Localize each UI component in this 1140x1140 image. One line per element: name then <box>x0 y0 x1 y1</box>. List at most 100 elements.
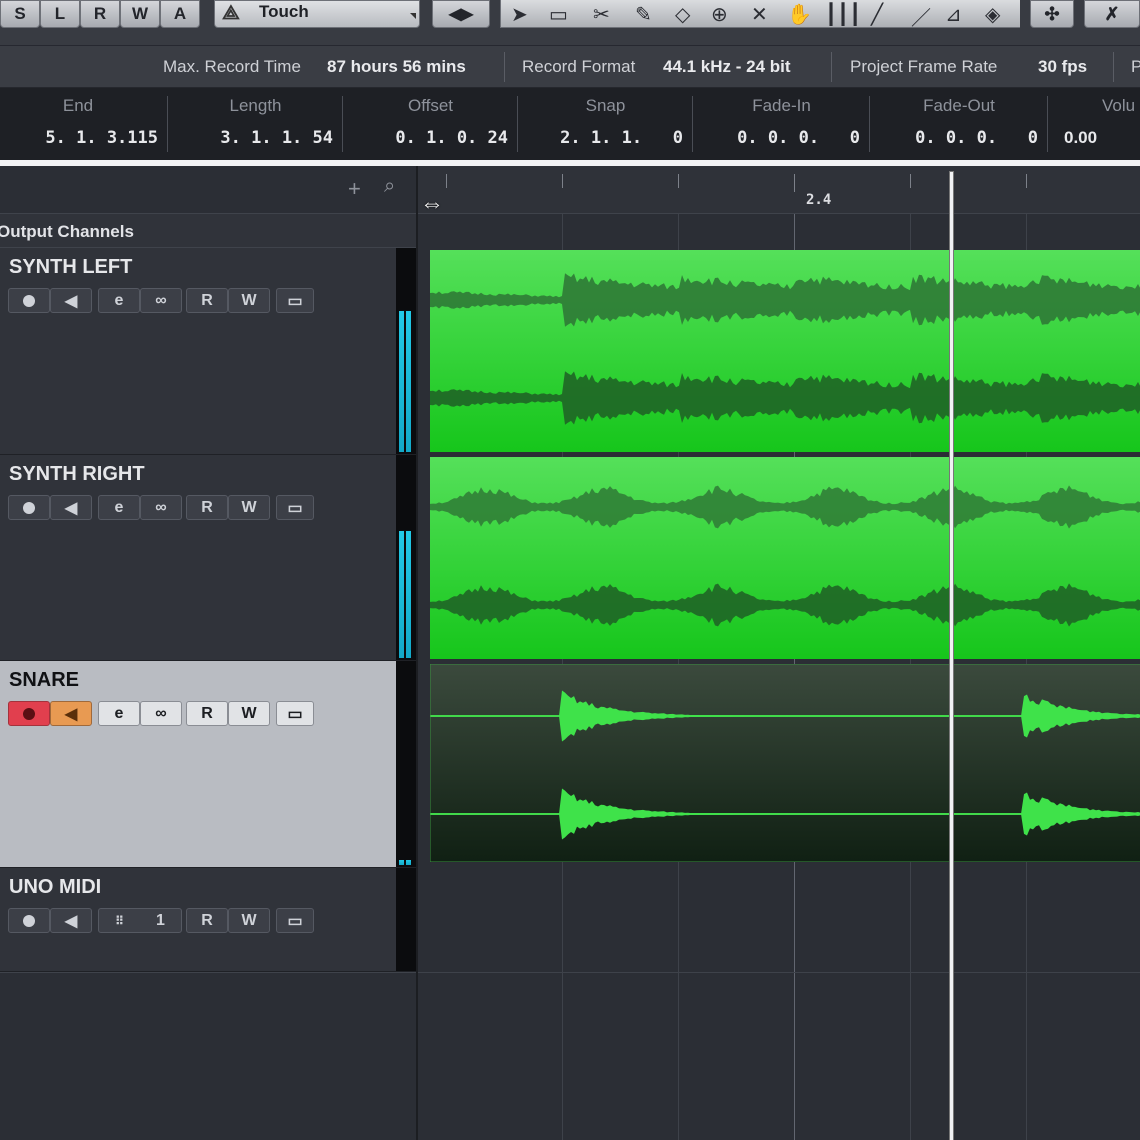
lanes-button[interactable]: ▭ <box>276 908 314 933</box>
write-button[interactable]: W <box>228 908 270 933</box>
erase-tool-icon[interactable]: ◇ <box>675 2 690 27</box>
length-value[interactable]: 3. 1. 1. 54 <box>220 128 333 148</box>
draw-tool-icon[interactable]: ╱ <box>871 2 883 27</box>
write-button[interactable]: W <box>228 701 270 726</box>
glue-tool-icon[interactable]: ✎ <box>635 2 652 27</box>
frame-rate-label[interactable]: Project Frame Rate <box>850 57 997 77</box>
snap-button[interactable]: ✣ <box>1030 0 1074 28</box>
frame-rate-value[interactable]: 30 fps <box>1038 57 1087 77</box>
length-field[interactable]: Length 3. 1. 1. 54 <box>168 88 343 160</box>
end-label: End <box>62 96 94 115</box>
project-cursor[interactable] <box>950 172 953 1140</box>
track-synth-right[interactable]: SYNTH RIGHT ◀ e ∞ R W ▭ <box>0 455 416 661</box>
automation-mode-icon: ⟁ <box>222 2 240 24</box>
range-tool-icon[interactable]: ▭ <box>549 2 568 27</box>
nudge-button[interactable]: ◀▶ <box>432 0 490 28</box>
volume-value[interactable]: 0.00 <box>1064 128 1097 148</box>
midi-channel-select[interactable]: ⠿ 1 <box>98 908 182 933</box>
meter-bar-right <box>406 860 411 865</box>
edit-channel-button[interactable]: e <box>98 701 140 726</box>
read-button[interactable]: R <box>186 908 228 933</box>
record-enable-button[interactable] <box>8 495 50 520</box>
object-selection-tool-icon[interactable]: ➤ <box>511 2 528 27</box>
lanes-button[interactable]: ▭ <box>276 701 314 726</box>
link-button[interactable]: ∞ <box>140 701 182 726</box>
hand-tool-icon[interactable]: ✋ <box>787 2 812 27</box>
snap-field[interactable]: Snap 2. 1. 1. 0 <box>518 88 693 160</box>
comp-tool-icon[interactable]: ⊿ <box>945 2 962 27</box>
fade-out-label: Fade-Out <box>923 96 995 115</box>
track-uno-midi[interactable]: UNO MIDI ◀ ⠿ 1 R W ▭ <box>0 868 416 972</box>
midi-channel-value: 1 <box>156 911 165 929</box>
read-button[interactable]: R <box>186 495 228 520</box>
read-automation-button[interactable]: R <box>80 0 120 28</box>
monitor-button[interactable]: ◀ <box>50 495 92 520</box>
auto-button[interactable]: A <box>160 0 200 28</box>
offset-field[interactable]: Offset 0. 1. 0. 24 <box>343 88 518 160</box>
time-warp-tool-icon[interactable]: ┃┃┃ <box>825 2 861 27</box>
ruler-tick <box>562 174 563 188</box>
monitor-button[interactable]: ◀ <box>50 288 92 313</box>
write-automation-button[interactable]: W <box>120 0 160 28</box>
write-button[interactable]: W <box>228 288 270 313</box>
mute-tool-icon[interactable]: ✕ <box>751 2 768 27</box>
end-field[interactable]: End 5. 1. 3.115 <box>0 88 168 160</box>
zoom-tool-icon[interactable]: ⊕ <box>711 2 728 27</box>
snap-value[interactable]: 2. 1. 1. 0 <box>560 128 683 148</box>
automation-mode-select[interactable]: ⟁ Touch <box>214 0 420 28</box>
monitor-button[interactable]: ◀ <box>50 701 92 726</box>
lanes-button[interactable]: ▭ <box>276 288 314 313</box>
audio-event-synth-left[interactable] <box>430 250 1140 452</box>
divider <box>504 52 505 82</box>
nudge-icon: ◀▶ <box>448 6 474 23</box>
read-icon: R <box>201 704 213 722</box>
speaker-icon: ◀ <box>64 705 78 723</box>
write-button[interactable]: W <box>228 495 270 520</box>
record-enable-button[interactable] <box>8 288 50 313</box>
monitor-button[interactable]: ◀ <box>50 908 92 933</box>
project-window[interactable]: 2.4 ⇔ <box>416 166 1140 1140</box>
record-format-label[interactable]: Record Format <box>522 57 635 77</box>
link-icon: ∞ <box>155 291 167 309</box>
record-enable-button[interactable] <box>8 908 50 933</box>
add-track-icon[interactable]: + <box>348 176 361 202</box>
fade-out-value[interactable]: 0. 0. 0. 0 <box>915 128 1038 148</box>
listen-button[interactable]: L <box>40 0 80 28</box>
status-line: Max. Record Time 87 hours 56 mins Record… <box>0 46 1140 88</box>
audio-event-snare[interactable] <box>430 664 1140 862</box>
timeline-ruler[interactable]: 2.4 <box>418 166 1140 214</box>
waveform <box>430 664 1140 862</box>
record-icon <box>23 914 35 927</box>
track-synth-left[interactable]: SYNTH LEFT ◀ e ∞ R W ▭ <box>0 248 416 455</box>
color-tool-icon[interactable]: ◈ <box>985 2 1000 27</box>
waveform <box>430 457 1140 659</box>
fade-out-field[interactable]: Fade-Out 0. 0. 0. 0 <box>870 88 1048 160</box>
ruler-tick <box>1026 174 1027 188</box>
link-button[interactable]: ∞ <box>140 288 182 313</box>
end-value[interactable]: 5. 1. 3.115 <box>45 128 158 148</box>
record-format-value[interactable]: 44.1 kHz - 24 bit <box>663 57 791 77</box>
fade-in-value[interactable]: 0. 0. 0. 0 <box>737 128 860 148</box>
track-name: UNO MIDI <box>9 876 102 898</box>
track-snare[interactable]: SNARE ◀ e ∞ R W ▭ <box>0 661 416 868</box>
record-enable-button[interactable] <box>8 701 50 726</box>
folder-track-output-channels[interactable]: Output Channels <box>0 214 416 248</box>
crossfade-button[interactable]: ✗ <box>1084 0 1140 28</box>
lanes-button[interactable]: ▭ <box>276 495 314 520</box>
write-icon: W <box>241 498 257 516</box>
line-tool-icon[interactable]: ／ <box>911 2 931 31</box>
split-tool-icon[interactable]: ✂ <box>593 2 610 27</box>
fade-in-field[interactable]: Fade-In 0. 0. 0. 0 <box>693 88 870 160</box>
search-icon[interactable]: ⌕ <box>384 175 395 198</box>
link-button[interactable]: ∞ <box>140 495 182 520</box>
edit-channel-button[interactable]: e <box>98 495 140 520</box>
edit-channel-button[interactable]: e <box>98 288 140 313</box>
offset-value[interactable]: 0. 1. 0. 24 <box>395 128 508 148</box>
solo-button[interactable]: S <box>0 0 40 28</box>
automation-mode-label: Touch <box>259 2 309 21</box>
audio-event-synth-right[interactable] <box>430 457 1140 659</box>
read-button[interactable]: R <box>186 701 228 726</box>
volume-field[interactable]: Volu 0.00 <box>1048 88 1140 160</box>
ruler-tick <box>794 174 795 192</box>
read-button[interactable]: R <box>186 288 228 313</box>
